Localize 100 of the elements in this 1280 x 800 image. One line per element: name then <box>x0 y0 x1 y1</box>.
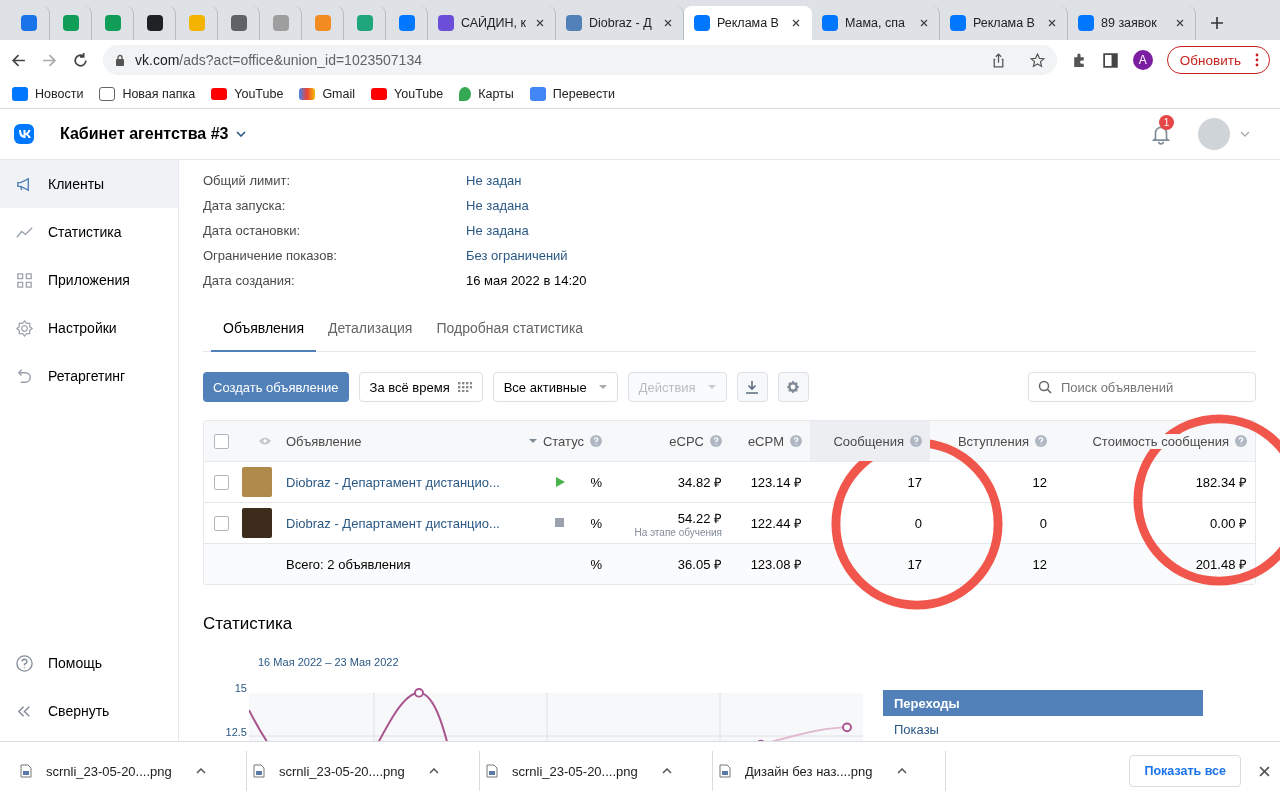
checkbox[interactable] <box>213 433 229 449</box>
table-cell: % <box>590 515 602 531</box>
checkbox[interactable] <box>213 515 229 531</box>
metric-option[interactable]: Показы <box>883 716 1203 741</box>
settings-icon <box>15 318 34 338</box>
bookmark-item[interactable]: Gmail <box>299 87 356 101</box>
sidebar-item[interactable]: Клиенты <box>0 160 178 208</box>
table-cell: 12 <box>1032 474 1047 490</box>
sort-arrow-icon[interactable] <box>528 439 537 443</box>
field-value-link[interactable]: Без ограничений <box>466 248 1256 264</box>
table-cell: 0 <box>914 515 922 531</box>
field-value-link[interactable]: Не задан <box>466 173 1256 189</box>
bookmark-icon <box>371 88 388 100</box>
chevron-up-icon[interactable] <box>896 768 907 774</box>
table-cell: 17 <box>907 556 922 572</box>
table-cell-text: 34.82 ₽ <box>677 474 722 491</box>
settings-button[interactable] <box>777 372 809 402</box>
chevron-down-icon[interactable] <box>236 131 247 137</box>
sidebar-item[interactable]: Свернуть <box>0 687 178 735</box>
logo-icon[interactable] <box>14 124 34 144</box>
create-ad-button[interactable]: Создать объявление <box>203 372 349 402</box>
table-cell-text: 123.08 ₽ <box>750 556 802 573</box>
status-filter-dropdown[interactable]: Все активные <box>492 372 618 402</box>
download-item[interactable]: Дизайн без наз....png <box>745 763 873 779</box>
sidebar-item[interactable]: Настройки <box>0 304 178 352</box>
ad-name-link[interactable]: Diobraz - Департамент дистанцио... <box>286 474 500 490</box>
plus-icon[interactable] <box>1210 16 1224 30</box>
data-point <box>414 688 424 698</box>
profile-avatar[interactable]: A <box>1132 50 1153 70</box>
bookmark-item[interactable]: YouTube <box>371 87 444 101</box>
field-value-link[interactable]: Не задана <box>466 198 1256 214</box>
browser-tab[interactable]: Реклама В <box>684 6 812 40</box>
table-cell: 17 <box>907 474 922 490</box>
field-label: Дата остановки: <box>203 223 302 239</box>
sidebar-item[interactable]: Приложения <box>0 256 178 304</box>
bookmark-item[interactable]: Новая папка <box>99 87 196 101</box>
close-icon[interactable] <box>919 18 929 28</box>
chevron-up-icon[interactable] <box>661 768 672 774</box>
file-icon <box>253 764 265 778</box>
file-icon <box>486 764 498 778</box>
table-cell-text: 0.00 ₽ <box>1210 515 1247 532</box>
table-cell: 12 <box>1032 556 1047 572</box>
show-all-button[interactable]: Показать все <box>1129 755 1241 787</box>
table-cell-text: 123.14 ₽ <box>750 474 802 491</box>
settings-icon <box>785 379 802 395</box>
bookmark-item[interactable]: Карты <box>459 87 514 101</box>
download-item[interactable]: scrnli_23-05-20....png <box>279 763 405 779</box>
table-cell-text: 54.22 ₽ <box>677 509 722 527</box>
bookmark-item[interactable]: Новости <box>12 87 84 101</box>
tab[interactable]: Детализация <box>316 309 425 352</box>
download-button[interactable] <box>736 372 768 402</box>
column-header[interactable]: Сообщения <box>833 433 904 449</box>
file-icon <box>719 764 731 778</box>
bookmark-item[interactable]: Перевести <box>529 87 616 101</box>
close-icon[interactable] <box>663 18 673 28</box>
bookmark-icon <box>211 88 228 100</box>
notification-badge: 1 <box>1159 115 1174 130</box>
checkbox[interactable] <box>213 474 229 490</box>
bookmark-icon <box>299 88 316 100</box>
tab[interactable]: Подробная статистика <box>424 309 596 352</box>
sidebar-item[interactable]: Статистика <box>0 208 178 256</box>
ad-thumbnail <box>242 467 272 497</box>
chevron-up-icon[interactable] <box>195 768 206 774</box>
total-label: Всего: 2 объявления <box>286 556 411 572</box>
field-label: Ограничение показов: <box>203 248 338 264</box>
bookmark-icon <box>99 87 116 101</box>
sidebar-item[interactable]: Помощь <box>0 639 178 687</box>
download-item[interactable]: scrnli_23-05-20....png <box>512 763 638 779</box>
sidebar-item[interactable]: Ретаргетинг <box>0 352 178 400</box>
data-point <box>842 722 852 733</box>
column-header[interactable]: Стоимость сообщения <box>1092 433 1229 449</box>
account-title[interactable]: Кабинет агентства #3 <box>60 125 229 143</box>
side-panel-icon[interactable] <box>1101 51 1119 69</box>
bookmark-item[interactable]: YouTube <box>211 87 284 101</box>
date-range[interactable]: 16 Мая 2022 – 23 Мая 2022 <box>258 656 863 668</box>
ad-name-link[interactable]: Diobraz - Департамент дистанцио... <box>286 515 500 531</box>
field-value-link[interactable]: Не задана <box>466 223 1256 239</box>
download-item[interactable]: scrnli_23-05-20....png <box>46 763 172 779</box>
bookmark-icon <box>12 87 28 101</box>
more-icon[interactable] <box>1255 53 1259 67</box>
tab[interactable]: Объявления <box>211 309 316 352</box>
bookmark-icon <box>459 87 472 101</box>
caret-icon <box>707 385 716 389</box>
update-button[interactable]: Обновить <box>1166 46 1270 74</box>
close-icon[interactable] <box>1259 765 1270 777</box>
close-icon[interactable] <box>791 18 801 28</box>
grid-icon <box>15 270 34 290</box>
download-icon <box>745 380 760 394</box>
close-icon[interactable] <box>1047 18 1057 28</box>
search-field[interactable]: Поиск объявлений <box>1028 372 1256 402</box>
address-field[interactable]: vk.com/ads?act=office&union_id=1023507134 <box>103 45 1057 75</box>
metric-option[interactable]: Переходы <box>883 690 1203 716</box>
close-icon[interactable] <box>1175 18 1185 28</box>
chevron-up-icon[interactable] <box>428 768 439 774</box>
star-icon[interactable] <box>1029 52 1045 68</box>
column-header[interactable]: Объявление <box>286 433 362 449</box>
close-icon[interactable] <box>535 18 545 28</box>
reload-icon[interactable] <box>72 51 89 69</box>
table-cell-text: 182.34 ₽ <box>1195 474 1247 491</box>
period-button[interactable]: За всё время <box>358 372 483 402</box>
